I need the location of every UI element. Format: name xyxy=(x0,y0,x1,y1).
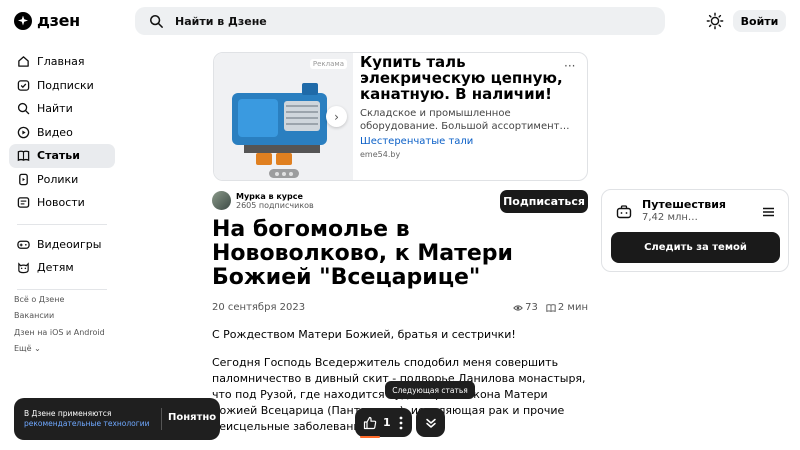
article-paragraph: С Рождеством Матери Божией, братья и сес… xyxy=(212,328,516,341)
article-date: 20 сентября 2023 xyxy=(212,302,306,313)
kids-icon xyxy=(18,262,29,274)
play-icon xyxy=(17,126,30,139)
recommendation-tech-link[interactable]: рекомендательные технологии xyxy=(24,419,149,429)
shorts-icon xyxy=(19,173,28,186)
search-input[interactable]: Найти в Дзене xyxy=(135,7,665,35)
sidebar-item-home[interactable]: Главная xyxy=(9,50,115,74)
article-title: На богомолье в Нововолково, к Матери Бож… xyxy=(212,217,513,290)
chevron-down-icon: ⌄ xyxy=(34,343,41,353)
next-article-tooltip: Следующая статья xyxy=(385,381,475,399)
gamepad-icon xyxy=(17,240,30,249)
ad-domain: eme54.by xyxy=(360,150,401,159)
views-count: 73 xyxy=(525,302,538,313)
book-icon xyxy=(546,303,556,312)
notice-text: В Дзене применяются рекомендательные тех… xyxy=(24,409,149,429)
topic-card: Путешествия 7,42 млн… Следить за темой xyxy=(601,189,789,272)
carousel-dot[interactable] xyxy=(289,171,293,176)
subscribe-button[interactable]: Подписаться xyxy=(500,190,588,213)
thumbs-up-icon xyxy=(363,416,377,429)
chevron-right-icon: › xyxy=(334,109,339,124)
read-time: 2 мин xyxy=(557,302,588,313)
logo[interactable]: дзен xyxy=(14,11,80,30)
sidebar-item-label: Новости xyxy=(37,196,85,210)
understood-button[interactable]: Понятно xyxy=(168,412,216,423)
topic-count: 7,42 млн… xyxy=(642,212,698,223)
sidebar-item-video[interactable]: Видео xyxy=(9,121,115,145)
news-icon xyxy=(17,197,30,209)
more-options-icon[interactable]: ··· xyxy=(564,59,575,73)
home-icon xyxy=(18,56,29,68)
author-subscribers: 2605 подписчиков xyxy=(236,200,314,210)
recommendation-notice: В Дзене применяются рекомендательные тех… xyxy=(14,398,220,440)
author-name[interactable]: Мурка в курсе xyxy=(236,192,314,201)
search-icon xyxy=(17,103,30,115)
sidebar-item-label: Ролики xyxy=(37,172,79,186)
ad-image[interactable]: Реклама › xyxy=(214,53,353,180)
suitcase-icon xyxy=(616,205,632,219)
ad-description: Складское и промышленное оборудование. Б… xyxy=(360,108,570,132)
notice-divider xyxy=(161,408,162,430)
sidebar-item-label: Статьи xyxy=(37,149,80,163)
avatar[interactable] xyxy=(212,191,231,210)
search-placeholder: Найти в Дзене xyxy=(175,14,267,28)
sidebar-item-subscriptions[interactable]: Подписки xyxy=(9,74,115,98)
carousel-dot[interactable] xyxy=(282,171,286,176)
follow-topic-button[interactable]: Следить за темой xyxy=(611,232,780,263)
sidebar-item-kids[interactable]: Детям xyxy=(9,256,115,280)
next-article-button[interactable] xyxy=(416,408,445,437)
notice-text-line: В Дзене применяются xyxy=(24,409,112,418)
reading-progress xyxy=(360,436,380,438)
sidebar-item-videogames[interactable]: Видеоигры xyxy=(9,233,115,257)
sidebar-item-articles[interactable]: Статьи xyxy=(9,144,115,168)
topic-name[interactable]: Путешествия xyxy=(642,198,726,211)
sidebar-divider xyxy=(17,288,107,290)
top-bar: дзен Найти в Дзене Войти xyxy=(0,0,800,42)
sidebar-item-label: Подписки xyxy=(37,78,94,92)
sidebar-item-label: Найти xyxy=(37,102,73,116)
footer-link-jobs[interactable]: Вакансии xyxy=(14,308,105,324)
sidebar-item-label: Детям xyxy=(37,261,74,275)
views-stat: 73 xyxy=(513,302,538,313)
sidebar-item-label: Видеоигры xyxy=(37,237,102,251)
more-actions-button[interactable] xyxy=(388,408,413,437)
menu-icon[interactable] xyxy=(762,206,775,218)
read-time-stat: 2 мин xyxy=(546,302,588,313)
zen-logo-icon xyxy=(14,11,32,30)
footer-link-about[interactable]: Всё о Дзене xyxy=(14,292,105,308)
eye-icon xyxy=(513,304,523,311)
carousel-dot[interactable] xyxy=(275,171,279,176)
author-info: Мурка в курсе 2605 подписчиков xyxy=(236,192,314,210)
logo-text: дзен xyxy=(37,11,80,30)
sun-icon[interactable] xyxy=(706,12,724,30)
sidebar-item-news[interactable]: Новости xyxy=(9,191,115,215)
footer-link-more[interactable]: Ещё ⌄ xyxy=(14,341,105,357)
sidebar-divider xyxy=(17,223,107,225)
article-icon xyxy=(17,150,30,162)
ad-link[interactable]: Шестеренчатые тали xyxy=(360,136,473,147)
sidebar: Главная Подписки Найти Видео Статьи Роли… xyxy=(9,50,115,298)
author-block[interactable]: Мурка в курсе 2605 подписчиков xyxy=(212,191,314,210)
subscriptions-icon xyxy=(17,79,30,91)
sidebar-item-label: Главная xyxy=(37,55,85,69)
carousel-next-button[interactable]: › xyxy=(326,106,347,127)
carousel-dots xyxy=(269,169,299,178)
more-label: Ещё xyxy=(14,343,32,353)
sidebar-item-shorts[interactable]: Ролики xyxy=(9,168,115,192)
double-chevron-down-icon xyxy=(425,418,436,428)
footer-links: Всё о Дзене Вакансии Дзен на iOS и Andro… xyxy=(14,292,105,357)
more-vertical-icon xyxy=(399,416,402,429)
footer-link-apps[interactable]: Дзен на iOS и Android xyxy=(14,325,105,341)
article-stats: 73 2 мин xyxy=(513,302,588,313)
ad-badge: Реклама xyxy=(309,59,347,69)
sidebar-item-label: Видео xyxy=(37,125,73,139)
login-button[interactable]: Войти xyxy=(733,10,786,32)
search-icon xyxy=(149,14,163,28)
article-meta: 20 сентября 2023 73 2 мин xyxy=(212,302,588,313)
ad-card[interactable]: Реклама › Купить таль элекрическую цепну… xyxy=(213,52,588,181)
ad-title[interactable]: Купить таль элекрическую цепную, канатну… xyxy=(360,54,570,102)
sidebar-item-search[interactable]: Найти xyxy=(9,97,115,121)
